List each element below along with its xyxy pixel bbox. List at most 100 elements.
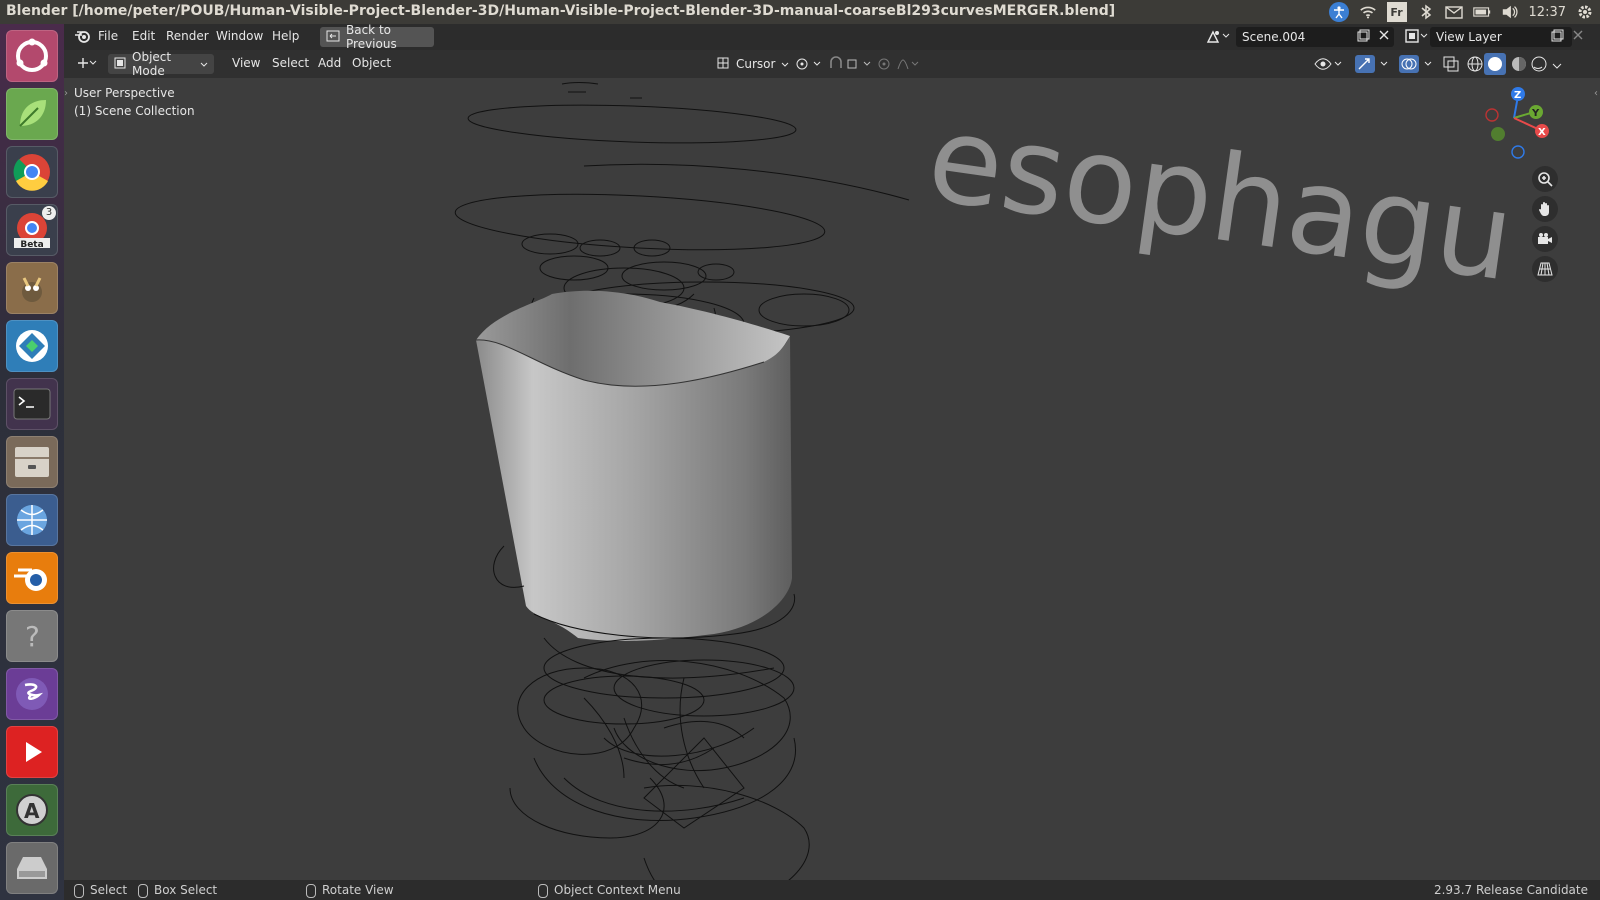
terminal-icon[interactable] xyxy=(6,378,58,430)
chrome-icon[interactable] xyxy=(6,146,58,198)
pan-hand-icon[interactable] xyxy=(1532,196,1558,222)
view-layer-icon[interactable] xyxy=(1404,28,1428,47)
emacs-icon[interactable] xyxy=(6,668,58,720)
system-tray: Fr 12:37 xyxy=(1328,0,1594,24)
scene-type-icon[interactable] xyxy=(1206,28,1230,47)
back-button-label: Back to Previous xyxy=(346,23,397,51)
chevron-down-icon xyxy=(781,57,789,71)
overlays-icon[interactable] xyxy=(1398,54,1438,77)
pivot-point-icon[interactable] xyxy=(794,56,824,75)
status-bar: Select Box Select Rotate View Object Con… xyxy=(64,880,1600,900)
menu-window[interactable]: Window xyxy=(216,29,263,43)
camera-view-icon[interactable] xyxy=(1532,226,1558,252)
gizmo-y-label: Y xyxy=(1531,108,1540,119)
3d-text-object: esophagu xyxy=(920,89,1521,308)
menu-help[interactable]: Help xyxy=(272,29,299,43)
xray-toggle-icon[interactable] xyxy=(1442,55,1460,76)
youtube-icon[interactable] xyxy=(6,726,58,778)
proportional-editing-icon[interactable] xyxy=(876,56,922,75)
blender-logo-icon[interactable] xyxy=(74,28,90,47)
settings-gear-icon[interactable] xyxy=(1576,3,1594,21)
launcher: Beta 3 ? A xyxy=(0,24,64,900)
rendered-shading-icon[interactable] xyxy=(1530,55,1548,76)
editor-type-dropdown[interactable] xyxy=(72,54,102,74)
mouse-left-icon xyxy=(74,883,84,898)
mode-dropdown[interactable]: Object Mode xyxy=(108,50,214,78)
mouse-drag-icon xyxy=(138,883,148,898)
network-browser-icon[interactable] xyxy=(6,494,58,546)
solid-shading-icon[interactable] xyxy=(1484,53,1506,75)
menu-edit[interactable]: Edit xyxy=(132,29,155,43)
remove-scene-icon[interactable] xyxy=(1378,29,1390,44)
mouse-right-icon xyxy=(538,883,548,898)
mail-icon[interactable] xyxy=(1444,3,1463,21)
battery-icon[interactable] xyxy=(1472,3,1491,21)
remote-app-icon[interactable] xyxy=(6,320,58,372)
bluetooth-icon[interactable] xyxy=(1417,3,1435,21)
window-title: Blender [/home/peter/POUB/Human-Visible-… xyxy=(6,3,1116,19)
transform-orientation-dropdown[interactable]: Cursor xyxy=(710,54,790,74)
keyboard-layout-icon[interactable]: Fr xyxy=(1386,2,1407,22)
menu-render[interactable]: Render xyxy=(166,29,209,43)
3d-viewport[interactable]: User Perspective (1) Scene Collection › … xyxy=(64,78,1600,880)
blender-menubar: File Edit Render Window Help Back to Pre… xyxy=(64,23,1600,51)
menu-view[interactable]: View xyxy=(232,56,260,70)
mouse-middle-icon xyxy=(306,883,316,898)
beta-label: Beta xyxy=(20,240,44,250)
status-box-select: Box Select xyxy=(138,883,217,898)
new-view-layer-icon[interactable] xyxy=(1550,29,1564,46)
new-scene-icon[interactable] xyxy=(1356,29,1370,46)
notification-badge: 3 xyxy=(42,206,56,220)
scene-name: Scene.004 xyxy=(1242,30,1306,44)
dash-home-icon[interactable] xyxy=(6,30,58,82)
status-rotate-view: Rotate View xyxy=(306,883,394,898)
snap-icon[interactable] xyxy=(828,56,874,75)
pivot-label: Cursor xyxy=(736,57,776,71)
back-icon xyxy=(326,30,340,45)
help-icon[interactable]: ? xyxy=(6,610,58,662)
mesh-object xyxy=(475,290,792,641)
clock[interactable]: 12:37 xyxy=(1529,5,1566,20)
wifi-icon[interactable] xyxy=(1359,3,1377,21)
top-panel: Blender [/home/peter/POUB/Human-Visible-… xyxy=(0,0,1600,24)
svg-text:A: A xyxy=(24,799,40,823)
perspective-toggle-icon[interactable] xyxy=(1532,256,1558,282)
spring-leaf-app-icon[interactable] xyxy=(6,88,58,140)
viewport-header: Object Mode View Select Add Object Curso… xyxy=(64,50,1600,78)
wireframe-shading-icon[interactable] xyxy=(1466,55,1484,76)
view-layer-name: View Layer xyxy=(1436,30,1502,44)
drive-icon[interactable] xyxy=(6,842,58,894)
volume-icon[interactable] xyxy=(1501,3,1519,21)
zoom-icon[interactable] xyxy=(1532,166,1558,192)
menu-select[interactable]: Select xyxy=(272,56,309,70)
gimp-icon[interactable] xyxy=(6,262,58,314)
status-context-menu: Object Context Menu xyxy=(538,883,681,898)
scene-render: esophagu Z Y X xyxy=(454,82,1549,880)
menu-object[interactable]: Object xyxy=(352,56,391,70)
accessibility-icon[interactable] xyxy=(1328,2,1349,22)
material-shading-icon[interactable] xyxy=(1510,55,1528,76)
svg-text:?: ? xyxy=(25,620,40,653)
chrome-beta-icon[interactable]: Beta 3 xyxy=(6,204,58,256)
object-mode-icon xyxy=(114,57,126,72)
gizmo-x-label: X xyxy=(1538,127,1546,138)
orientation-icon xyxy=(716,56,730,73)
version-label: 2.93.7 Release Candidate xyxy=(1433,883,1588,897)
chevron-down-icon xyxy=(200,57,208,71)
file-manager-icon[interactable] xyxy=(6,436,58,488)
back-to-previous-button[interactable]: Back to Previous xyxy=(320,23,434,51)
remove-view-layer-icon[interactable] xyxy=(1572,29,1584,44)
editor-type-icon xyxy=(76,56,98,73)
mode-label: Object Mode xyxy=(132,50,172,78)
gizmo-toggle-icon[interactable] xyxy=(1354,54,1394,77)
scene-name-field[interactable]: Scene.004 xyxy=(1236,27,1394,47)
menu-file[interactable]: File xyxy=(98,29,118,43)
software-updater-icon[interactable]: A xyxy=(6,784,58,836)
gizmo-z-label: Z xyxy=(1514,90,1521,101)
blender-icon[interactable] xyxy=(6,552,58,604)
visibility-icon[interactable] xyxy=(1314,56,1344,75)
shading-options-chevron-icon[interactable] xyxy=(1552,60,1562,74)
menu-add[interactable]: Add xyxy=(318,56,341,70)
status-select: Select xyxy=(74,883,127,898)
navigation-gizmo[interactable]: Z Y X xyxy=(1485,87,1549,159)
